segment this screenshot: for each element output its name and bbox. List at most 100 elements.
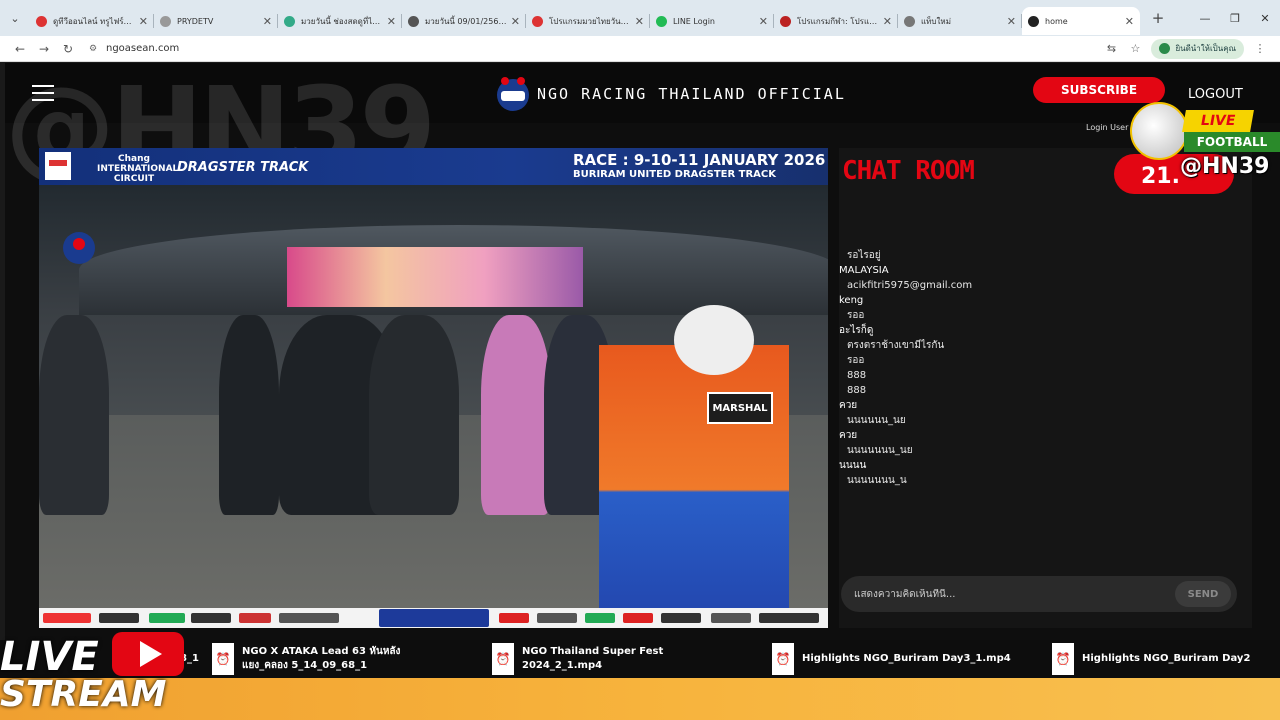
tab-title: LINE Login (673, 16, 715, 26)
tab-close-icon[interactable]: ✕ (1125, 15, 1134, 28)
sponsor-logo (537, 613, 577, 623)
tab-close-icon[interactable]: ✕ (759, 15, 768, 28)
overlay-handle: @HN39 (1180, 154, 1270, 179)
browser-tab[interactable]: แท็บใหม่ ✕ (898, 7, 1022, 35)
crowd-figure (219, 315, 279, 515)
marshal-label: MARSHAL (707, 392, 773, 424)
reload-icon[interactable]: ↻ (56, 42, 80, 56)
sponsor-logo (239, 613, 271, 623)
forward-icon[interactable]: → (32, 42, 56, 56)
chat-username: keng (839, 295, 864, 306)
carousel-video-item[interactable]: ⏰ NGO Thailand Super Fest 2024_2_1.mp4 (492, 640, 757, 678)
browser-tab[interactable]: home ✕ (1022, 7, 1140, 35)
chat-username: อะไรก็ดู (839, 325, 874, 336)
video-title: Highlights NGO_Buriram Day2 (1082, 652, 1280, 666)
chat-message: 888 (839, 383, 1239, 398)
chat-text: 888 (847, 370, 867, 381)
profile-label: ยินดีนำให้เป็นคุณ (1175, 44, 1236, 53)
video-title-line1: NGO X ATAKA Lead 63 หันหลัง (242, 646, 401, 657)
tab-favicon-icon (160, 15, 171, 27)
live-stream-badge: LIVE STREAM (0, 630, 200, 720)
overlay-number: 21. (1141, 164, 1180, 189)
chat-text: รอไรอยู่ (847, 250, 881, 261)
tab-favicon-icon (36, 15, 47, 27)
tab-title: โปรแกรมกีฬา: โปรแกรม (797, 16, 879, 26)
browser-tab[interactable]: โปรแกรมกีฬา: โปรแกรม ✕ (774, 7, 898, 35)
video-title-line2: แยง_คลอง 5_14_09_68_1 (242, 660, 368, 671)
browser-tab[interactable]: มวยวันนี้ ช่องสดดูที่ไหน ✕ (278, 7, 402, 35)
tab-favicon-icon (284, 15, 295, 27)
browser-tab[interactable]: LINE Login ✕ (650, 7, 774, 35)
sponsor-logo (191, 613, 231, 623)
sponsor-logo (711, 613, 751, 623)
clock-icon: ⏰ (492, 643, 514, 675)
back-icon[interactable]: ← (8, 42, 32, 56)
circuit-logo-icon (45, 152, 71, 180)
clock-icon: ⏰ (1052, 643, 1074, 675)
new-tab-button[interactable]: + (1146, 9, 1170, 27)
carousel-video-item[interactable]: ⏰ Highlights NGO_Buriram Day3_1.mp4 (772, 640, 1037, 678)
chat-text: 888 (847, 385, 867, 396)
tab-close-icon[interactable]: ✕ (387, 15, 396, 28)
chat-message-list[interactable]: รอไรอยู่ MALAYSIA acikfitri5975@gmail.com k… (839, 248, 1239, 488)
chat-text: นนนนนนน_นย (847, 445, 913, 456)
overlay-football-label: FOOTBALL (1184, 132, 1280, 152)
tab-favicon-icon (904, 15, 915, 27)
browser-tab[interactable]: มวยวันนี้ 09/01/2569 ช่อง ✕ (402, 7, 526, 35)
football-player-icon (1130, 102, 1188, 160)
crowd-figure (369, 315, 459, 515)
carousel-video-item[interactable]: ⏰ NGO X ATAKA Lead 63 หันหลัง แยง_คลอง 5_1… (212, 640, 477, 678)
close-window-icon[interactable]: ✕ (1250, 0, 1280, 36)
video-title-line1: Highlights NGO_Buriram Day2 (1082, 653, 1251, 664)
translate-icon[interactable]: ⇆ (1099, 42, 1123, 55)
clock-icon: ⏰ (772, 643, 794, 675)
browser-tab[interactable]: PRYDETV ✕ (154, 7, 278, 35)
ngo-logo-icon[interactable] (495, 73, 531, 115)
sponsor-logo (99, 613, 139, 623)
sponsor-logo (43, 613, 91, 623)
send-button[interactable]: SEND (1175, 581, 1231, 607)
site-info-icon[interactable]: ⚙ (86, 44, 100, 54)
browser-tab[interactable]: โปรแกรมมวยไทยวันนี้ ดี ✕ (526, 7, 650, 35)
chat-comment-input[interactable] (841, 588, 1175, 600)
banner-logo-chang: Chang INTERNATIONAL CIRCUIT (97, 154, 179, 184)
profile-button[interactable]: ยินดีนำให้เป็นคุณ (1151, 38, 1244, 59)
logout-link[interactable]: LOGOUT (1188, 87, 1243, 102)
chat-message: รออ (839, 353, 1239, 368)
tab-search-icon[interactable]: ⌄ (0, 0, 30, 36)
browser-tab[interactable]: ดูทีวีออนไลน์ ทรูไฟร์ฟ ทีวี ✕ (30, 7, 154, 35)
play-icon (112, 632, 184, 676)
tab-title: แท็บใหม่ (921, 16, 951, 26)
menu-kebab-icon[interactable]: ⋮ (1248, 42, 1272, 55)
banner-logo-dragster: DRAGSTER TRACK (177, 160, 309, 175)
crowd-figure (39, 315, 109, 515)
subscribe-button[interactable]: SUBSCRIBE (1033, 77, 1165, 103)
sponsor-logo (585, 613, 615, 623)
chat-text: acikfitri5975@gmail.com (847, 280, 973, 291)
tab-close-icon[interactable]: ✕ (635, 15, 644, 28)
tab-close-icon[interactable]: ✕ (883, 15, 892, 28)
tab-favicon-icon (1028, 15, 1039, 27)
chat-text: รออ (847, 355, 865, 366)
chat-message: อะไรก็ดูตรงตราช้างเขามีไรกัน (839, 323, 1239, 353)
browser-toolbar: ← → ↻ ⚙ ngoasean.com ⇆ ☆ ยินดีนำให้เป็นค… (0, 36, 1280, 62)
chat-message: MALAYSIA acikfitri5975@gmail.com (839, 263, 1239, 293)
chat-text: ตรงตราช้างเขามีไรกัน (847, 340, 945, 351)
chat-message: นนนน นนนนนนน_น (839, 458, 1239, 488)
chat-username: ควย (839, 400, 858, 411)
minimize-icon[interactable]: — (1190, 0, 1220, 36)
tab-title: PRYDETV (177, 16, 214, 26)
tab-close-icon[interactable]: ✕ (511, 15, 520, 28)
tab-close-icon[interactable]: ✕ (139, 15, 148, 28)
video-player[interactable]: Chang INTERNATIONAL CIRCUIT DRAGSTER TRA… (39, 148, 828, 628)
sponsor-logo (661, 613, 701, 623)
maximize-icon[interactable]: ❐ (1220, 0, 1250, 36)
tab-close-icon[interactable]: ✕ (263, 15, 272, 28)
bookmark-star-icon[interactable]: ☆ (1123, 42, 1147, 55)
tab-title: มวยวันนี้ 09/01/2569 ช่อง (425, 16, 507, 26)
carousel-video-item[interactable]: ⏰ Highlights NGO_Buriram Day2 (1052, 640, 1280, 678)
tab-close-icon[interactable]: ✕ (1007, 15, 1016, 28)
chat-text: นนนนนนน_น (847, 475, 907, 486)
ngo-badge-icon (63, 232, 95, 264)
address-bar[interactable]: ⚙ ngoasean.com (86, 39, 1099, 59)
